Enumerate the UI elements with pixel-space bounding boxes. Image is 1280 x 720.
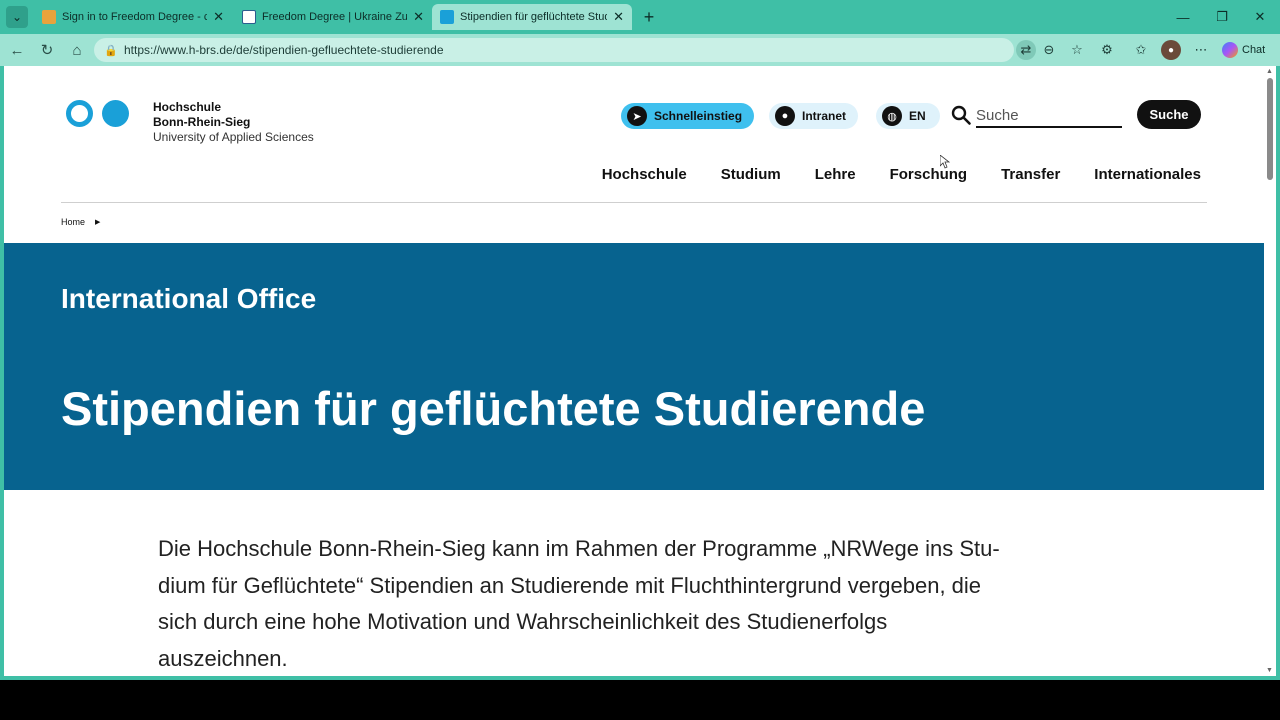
page-title: Stipendien für geflüchtete Studierende: [61, 382, 926, 435]
section-kicker[interactable]: International Office: [61, 283, 316, 315]
scroll-up-icon[interactable]: ▲: [1266, 68, 1273, 75]
intro-line: dium für Geflüchtete“ Stipendien an Stud…: [158, 572, 982, 598]
user-icon: ●: [775, 106, 795, 126]
copilot-chat-button[interactable]: Chat: [1222, 40, 1265, 60]
mouse-cursor-icon: [940, 155, 950, 169]
main-navigation: Hochschule Studium Lehre Forschung Trans…: [602, 166, 1201, 183]
breadcrumb: Home ▶: [61, 217, 100, 227]
search-button[interactable]: Suche: [1137, 100, 1201, 129]
refresh-icon[interactable]: ↻: [36, 39, 58, 61]
intro-line: sich durch eine hohe Motivation und Wahr…: [158, 609, 888, 634]
page-viewport: Hochschule Bonn-Rhein-Sieg University of…: [4, 66, 1264, 676]
close-window-icon[interactable]: ✕: [1249, 6, 1271, 28]
tab-title: Stipendien für geflüchtete Studiere: [460, 11, 607, 23]
url-text: https://www.h-brs.de/de/stipendien-geflu…: [124, 43, 444, 57]
minimize-icon[interactable]: —: [1172, 6, 1194, 28]
close-tab-icon[interactable]: ✕: [613, 9, 624, 25]
nav-item-hochschule[interactable]: Hochschule: [602, 166, 687, 183]
scroll-down-icon[interactable]: ▼: [1266, 667, 1273, 674]
address-bar[interactable]: 🔒 https://www.h-brs.de/de/stipendien-gef…: [94, 38, 1014, 62]
breadcrumb-home-link[interactable]: Home: [61, 217, 85, 227]
tab-stipendien[interactable]: Stipendien für geflüchtete Studiere ✕: [432, 4, 632, 30]
tab-actions-menu-icon[interactable]: ⌄: [6, 6, 28, 28]
page-scrollbar[interactable]: ▲ ▼: [1264, 66, 1276, 676]
favorite-star-icon[interactable]: ☆: [1067, 40, 1087, 60]
intro-line: auszeichnen.: [158, 645, 288, 671]
tab-bar: ⌄ Sign in to Freedom Degree - cmsc ✕ Fre…: [0, 0, 1280, 34]
reading-mode-icon[interactable]: ⊖: [1039, 40, 1059, 60]
browser-window: ⌄ Sign in to Freedom Degree - cmsc ✕ Fre…: [0, 0, 1280, 680]
tab-freedom-degree-ukraine[interactable]: Freedom Degree | Ukraine Zukunft ✕: [234, 4, 432, 30]
globe-icon: ◍: [882, 106, 902, 126]
tab-freedom-degree-signin[interactable]: Sign in to Freedom Degree - cmsc ✕: [34, 4, 232, 30]
screen-letterbox: [0, 680, 1280, 720]
compass-icon: ➤: [627, 106, 647, 126]
translate-icon[interactable]: ⇄: [1016, 40, 1036, 60]
hero-banner: International Office Stipendien für gefl…: [4, 243, 1264, 490]
nav-item-forschung[interactable]: Forschung: [890, 166, 968, 183]
more-menu-icon[interactable]: ⋯: [1191, 40, 1211, 60]
nav-item-studium[interactable]: Studium: [721, 166, 781, 183]
chat-label: Chat: [1242, 44, 1266, 56]
close-tab-icon[interactable]: ✕: [413, 9, 424, 25]
close-tab-icon[interactable]: ✕: [213, 9, 224, 25]
favorites-icon[interactable]: ✩: [1131, 40, 1151, 60]
tab-title: Freedom Degree | Ukraine Zukunft: [262, 11, 408, 23]
lock-icon[interactable]: 🔒: [104, 44, 118, 57]
tab-favicon-icon: [42, 10, 56, 24]
schnelleinstieg-button[interactable]: ➤ Schnelleinstieg: [621, 103, 755, 129]
new-tab-icon[interactable]: +: [638, 6, 660, 28]
back-icon[interactable]: ←: [6, 39, 28, 61]
intranet-button[interactable]: ● Intranet: [769, 103, 859, 129]
home-icon[interactable]: ⌂: [66, 39, 88, 61]
logo-ring-icon: [66, 100, 93, 127]
profile-avatar-icon[interactable]: ●: [1161, 40, 1181, 60]
scrollbar-thumb[interactable]: [1267, 78, 1273, 180]
tab-favicon-icon: [242, 10, 256, 24]
nav-item-lehre[interactable]: Lehre: [815, 166, 856, 183]
maximize-icon[interactable]: ❐: [1211, 6, 1233, 28]
copilot-icon: [1222, 42, 1238, 58]
intro-line: Die Hochschule Bonn-Rhein-Sieg kann im R…: [158, 536, 1000, 561]
logo-dot-icon: [102, 100, 129, 127]
nav-item-internationales[interactable]: Internationales: [1094, 166, 1201, 183]
nav-item-transfer[interactable]: Transfer: [1001, 166, 1060, 183]
browser-toolbar: ← ↻ ⌂ 🔒 https://www.h-brs.de/de/stipendi…: [0, 34, 1280, 66]
extensions-icon[interactable]: ⚙: [1097, 40, 1117, 60]
search-icon[interactable]: [950, 104, 972, 126]
nav-divider: [61, 202, 1207, 203]
logo-text: Hochschule Bonn-Rhein-Sieg University of…: [153, 100, 314, 144]
intro-paragraph: Die Hochschule Bonn-Rhein-Sieg kann im R…: [158, 531, 1118, 676]
search-input[interactable]: [976, 104, 1122, 128]
language-switch-button[interactable]: ◍ EN: [876, 103, 940, 129]
breadcrumb-arrow-icon: ▶: [95, 219, 101, 226]
tab-title: Sign in to Freedom Degree - cmsc: [62, 11, 208, 23]
tab-favicon-icon: [440, 10, 454, 24]
